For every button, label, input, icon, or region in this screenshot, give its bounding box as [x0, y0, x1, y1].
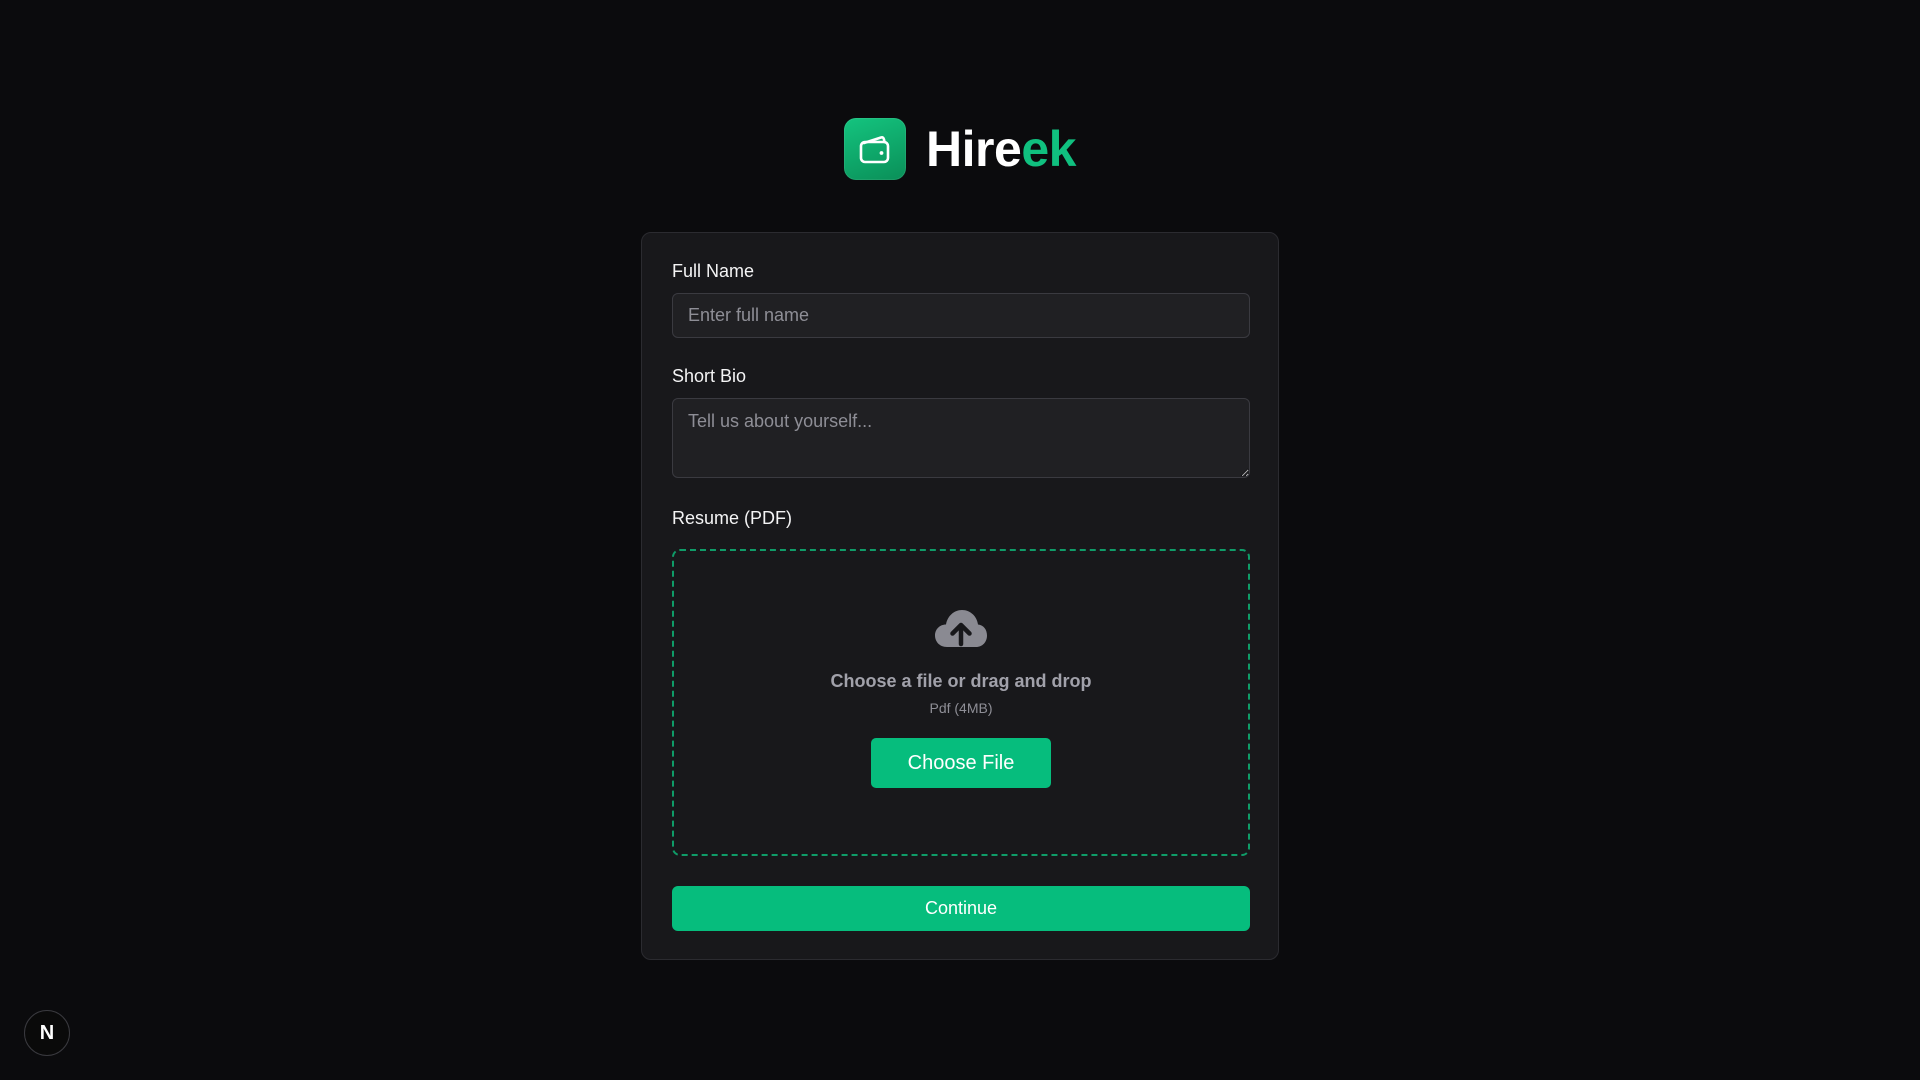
short-bio-label: Short Bio [672, 366, 747, 386]
brand-header: Hireek [0, 118, 1920, 180]
resume-label: Resume (PDF) [672, 508, 793, 528]
short-bio-textarea[interactable] [672, 398, 1250, 478]
wallet-icon [844, 118, 907, 180]
cloud-upload-icon [935, 610, 987, 647]
full-name-input[interactable] [672, 293, 1250, 338]
choose-file-button[interactable]: Choose File [871, 738, 1051, 788]
full-name-label: Full Name [672, 261, 755, 281]
dropzone-file-hint: Pdf (4MB) [929, 700, 993, 716]
brand-name-part2: ek [1021, 121, 1076, 177]
nextjs-icon[interactable]: N [24, 1010, 70, 1056]
continue-button[interactable]: Continue [672, 886, 1250, 931]
onboarding-page: Hireek Full Name Short Bio Resume (PDF) … [0, 0, 1920, 1080]
profile-form-card: Full Name Short Bio Resume (PDF) Choose … [641, 232, 1279, 960]
dropzone-title: Choose a file or drag and drop [830, 671, 1092, 691]
brand-name-part1: Hire [926, 121, 1022, 177]
dev-badge-label: N [39, 1021, 55, 1044]
brand-name: Hireek [926, 124, 1076, 174]
resume-dropzone[interactable]: Choose a file or drag and drop Pdf (4MB)… [672, 549, 1250, 856]
